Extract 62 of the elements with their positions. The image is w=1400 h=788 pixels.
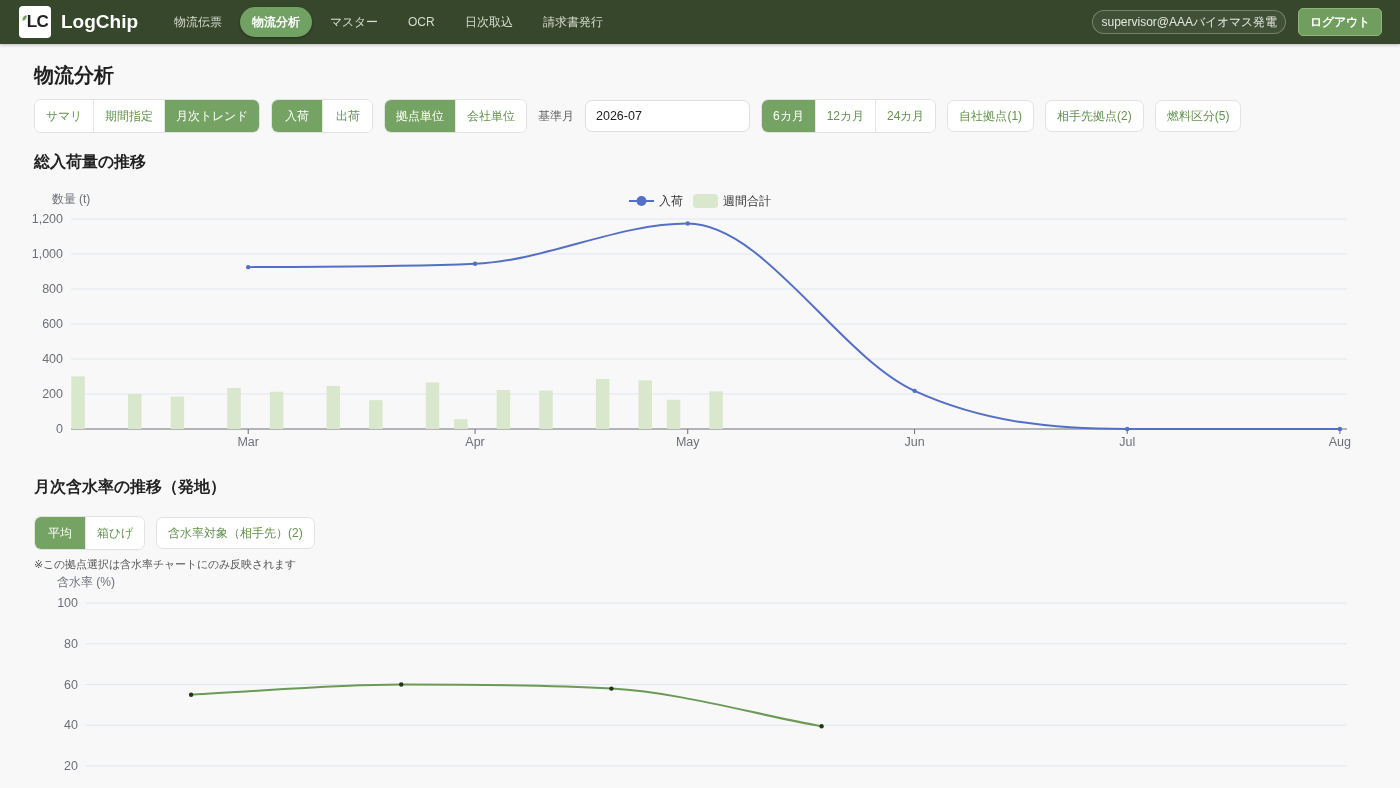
axis-label: 200 [42, 387, 63, 401]
legend-label: 週間合計 [723, 194, 771, 208]
filter-button[interactable]: 燃料区分(5) [1154, 100, 1242, 132]
axis-label: 40 [64, 718, 78, 733]
axis-title: 数量 (t) [51, 192, 91, 206]
data-point [1125, 426, 1130, 432]
segment-button[interactable]: 24カ月 [875, 100, 936, 132]
axis-label: Aug [1328, 435, 1352, 449]
data-point [188, 692, 194, 697]
filter-button[interactable]: 相手先拠点(2) [1045, 100, 1144, 132]
segment-button[interactable]: 入荷 [272, 100, 322, 132]
data-point [399, 682, 404, 687]
segment-button[interactable]: 出荷 [322, 100, 372, 132]
segment-button[interactable]: 6カ月 [762, 100, 815, 132]
leaf-icon [21, 15, 27, 21]
axis-label: 1,200 [31, 212, 63, 226]
nav-link[interactable]: 日次取込 [452, 7, 525, 37]
logo-mark: LC [26, 12, 49, 32]
page-title: 物流分析 [34, 63, 115, 88]
axis-label: May [675, 435, 700, 449]
axis-title: 含水率 (%) [57, 575, 115, 589]
data-point [912, 388, 917, 394]
axis-label: 0 [56, 422, 63, 436]
segment-button[interactable]: 月次トレンド [164, 100, 259, 132]
axis-label: 20 [64, 759, 78, 773]
axis-label: 60 [64, 677, 78, 692]
data-point [246, 264, 251, 270]
segment-button[interactable]: 会社単位 [455, 100, 526, 132]
note-text: ※この拠点選択は含水率チャートにのみ反映されます [34, 557, 298, 571]
nav-link[interactable]: 請求書発行 [530, 7, 615, 37]
user-account-chip: supervisor@AAAバイオマス発電 [1092, 10, 1286, 34]
segment-button[interactable]: 箱ひげ [85, 517, 144, 549]
data-point [1337, 426, 1343, 432]
logout-button[interactable]: ログアウト [1298, 8, 1382, 36]
axis-label: Apr [465, 435, 485, 449]
data-point [819, 724, 824, 729]
axis-label: Jun [904, 435, 925, 449]
nav-link[interactable]: 物流分析 [240, 7, 313, 37]
filter-button[interactable]: 自社拠点(1) [947, 100, 1035, 132]
axis-label: Jul [1119, 435, 1136, 449]
axis-label: 400 [42, 352, 63, 366]
axis-label: 800 [42, 282, 63, 296]
brand-name: LogChip [61, 11, 139, 33]
axis-label: 100 [57, 596, 78, 610]
month-input[interactable]: 2026-07 [585, 100, 750, 132]
axis-label: 80 [64, 636, 78, 651]
axis-label: Mar [237, 435, 259, 449]
legend-label: 入荷 [659, 194, 683, 208]
section-title: 月次含水率の推移（発地） [34, 477, 227, 497]
nav-link[interactable]: マスター [318, 7, 391, 37]
segment-button[interactable]: 平均 [35, 517, 85, 549]
axis-label: 600 [42, 317, 63, 331]
axis-label: 1,000 [31, 247, 63, 261]
segment-button[interactable]: 拠点単位 [385, 100, 455, 132]
nav-link[interactable]: 物流伝票 [162, 7, 235, 37]
section-title: 総入荷量の推移 [34, 152, 147, 172]
data-point [472, 261, 478, 266]
nav-link[interactable]: OCR [396, 7, 447, 37]
data-point [609, 686, 614, 691]
data-point [685, 221, 690, 226]
field-label: 基準月 [538, 108, 574, 124]
filter-button[interactable]: 含水率対象（相手先）(2) [156, 517, 315, 549]
